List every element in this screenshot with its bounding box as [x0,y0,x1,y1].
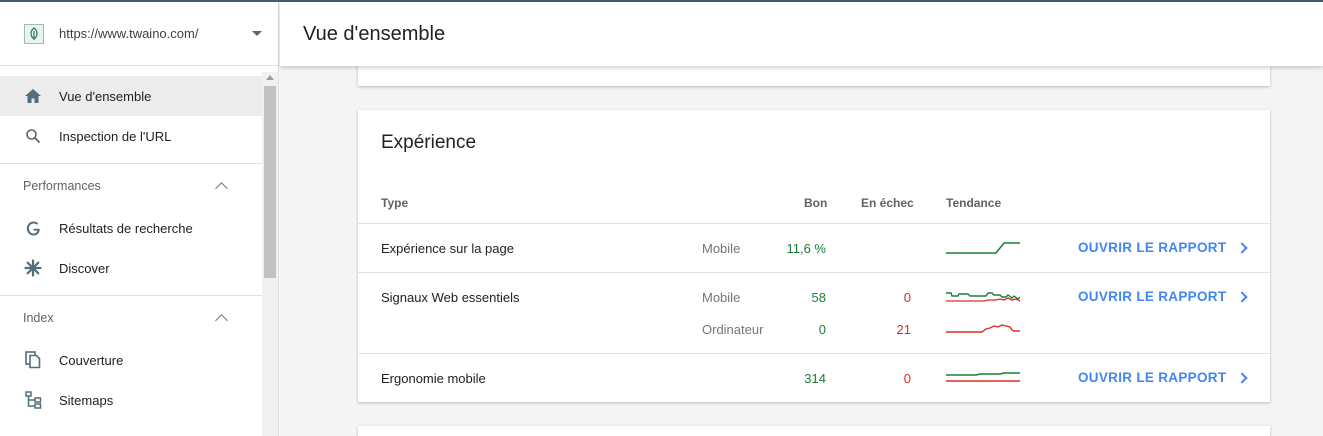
row-failed-value: 0 [903,371,911,386]
chevron-up-icon[interactable] [215,181,228,195]
row-good-value: 0 [818,322,826,337]
scrollbar-thumb[interactable] [264,86,276,278]
sidebar: https://www.twaino.com/ Vue d'ensemble I… [0,2,279,436]
open-report-label: OUVRIR LE RAPPORT [1078,240,1227,255]
sidebar-item-label: Discover [59,260,110,276]
row-good-value: 11,6 % [786,241,826,256]
chevron-right-icon [1236,241,1249,254]
trend-sparkline [946,324,1020,333]
scroll-up-arrow-icon[interactable] [266,75,274,80]
row-device: Mobile [702,290,741,305]
sidebar-item-label: Sitemaps [59,392,114,408]
row-good-value: 314 [804,371,826,386]
row-device: Ordinateur [702,322,764,337]
row-type: Ergonomie mobile [381,371,486,386]
experience-card: Expérience Type Bon En échec Tendance Ex… [358,110,1270,402]
page-title: Vue d'ensemble [303,22,446,45]
open-report-button[interactable]: OUVRIR LE RAPPORT [1078,240,1249,255]
asterisk-icon [24,259,42,277]
google-icon [24,219,42,237]
column-header-good: Bon [804,196,828,210]
row-type: Expérience sur la page [381,241,514,256]
card-title: Expérience [381,132,477,153]
sidebar-item-label: Vue d'ensemble [59,88,152,104]
trend-sparkline [946,292,1020,302]
sidebar-item-url-inspection[interactable]: Inspection de l'URL [0,116,262,156]
sidebar-item-overview[interactable]: Vue d'ensemble [0,76,262,116]
home-icon [24,87,42,105]
row-divider [358,223,1270,224]
sidebar-item-label: Inspection de l'URL [59,128,172,144]
chevron-right-icon [1236,371,1249,384]
main-scrollbar[interactable] [1306,66,1323,436]
next-card [358,426,1270,436]
row-failed-value: 0 [903,290,911,305]
dropdown-caret-icon[interactable] [252,31,262,36]
column-header-failed: En échec [861,196,914,210]
row-type: Signaux Web essentiels [381,290,520,305]
row-good-value: 58 [811,290,826,305]
sidebar-item-label: Couverture [59,352,124,368]
row-device: Mobile [702,241,741,256]
pages-icon [24,351,42,369]
open-report-label: OUVRIR LE RAPPORT [1078,289,1227,304]
open-report-button[interactable]: OUVRIR LE RAPPORT [1078,370,1249,385]
sidebar-item-search-results[interactable]: Résultats de recherche [0,208,262,248]
trend-sparkline [946,242,1020,254]
property-url: https://www.twaino.com/ [59,26,199,41]
page-header: Vue d'ensemble [280,2,1323,66]
open-report-button[interactable]: OUVRIR LE RAPPORT [1078,289,1249,304]
property-selector[interactable]: https://www.twaino.com/ [0,2,278,66]
row-failed-value: 21 [896,322,911,337]
sidebar-scrollbar[interactable] [262,72,278,436]
chevron-right-icon [1236,290,1249,303]
sidebar-item-sitemaps[interactable]: Sitemaps [0,380,262,420]
sidebar-item-coverage[interactable]: Couverture [0,340,262,380]
site-logo-icon [24,23,44,44]
column-header-type: Type [381,196,409,210]
sitemap-icon [24,391,42,409]
section-title: Performances [23,179,101,193]
column-header-trend: Tendance [946,196,1002,210]
sidebar-item-discover[interactable]: Discover [0,248,262,288]
row-divider [358,353,1270,354]
trend-sparkline [946,372,1020,382]
chevron-up-icon[interactable] [215,313,228,327]
row-divider [358,272,1270,273]
search-icon [24,127,42,145]
section-title: Index [23,311,54,325]
sidebar-nav: Vue d'ensemble Inspection de l'URL Perfo… [0,66,262,420]
sidebar-item-label: Résultats de recherche [59,220,193,236]
section-header-performances[interactable]: Performances [0,164,262,208]
open-report-label: OUVRIR LE RAPPORT [1078,370,1227,385]
section-header-index[interactable]: Index [0,296,262,340]
